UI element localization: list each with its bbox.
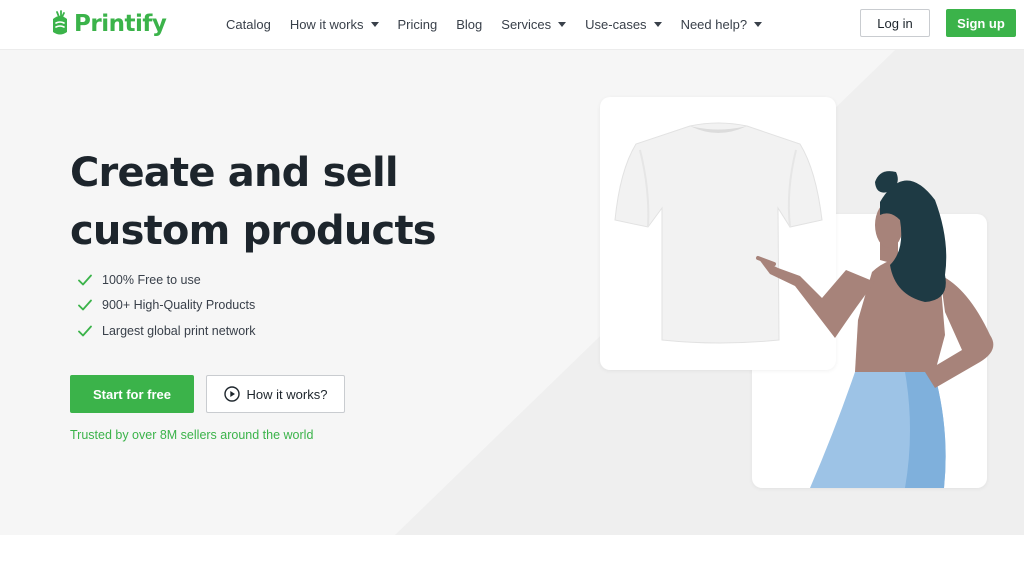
- tshirt-image: [614, 122, 823, 344]
- nav-label: How it works: [289, 16, 364, 32]
- login-button[interactable]: Log in: [860, 9, 930, 37]
- hero-illustration: [614, 122, 994, 488]
- chevron-down-icon: [558, 22, 567, 27]
- nav-label: Blog: [456, 16, 483, 32]
- hero-section: Create and sell custom products 100% Fre…: [0, 50, 1024, 535]
- nav-label: Use-cases: [585, 16, 647, 32]
- nav-label: Services: [501, 16, 552, 32]
- site-header: Printify Catalog How it works Pricing Bl…: [0, 0, 1024, 50]
- nav-item-use-cases[interactable]: Use-cases: [585, 16, 662, 32]
- nav-item-pricing[interactable]: Pricing: [398, 17, 438, 32]
- chevron-down-icon: [754, 22, 763, 27]
- nav-item-catalog[interactable]: Catalog: [226, 17, 271, 32]
- signup-button[interactable]: Sign up: [946, 9, 1016, 37]
- nav-label: Need help?: [680, 16, 748, 32]
- nav-item-services[interactable]: Services: [501, 16, 567, 32]
- printify-logo[interactable]: Printify: [50, 10, 167, 38]
- nav-item-blog[interactable]: Blog: [456, 17, 482, 32]
- chevron-down-icon: [370, 22, 379, 27]
- page-bottom-strip: [0, 535, 1024, 575]
- printify-logo-icon: [53, 10, 67, 35]
- nav-item-need-help[interactable]: Need help?: [681, 17, 763, 32]
- main-nav: Catalog How it works Pricing Blog Servic…: [226, 0, 781, 48]
- brand-name: Printify: [74, 11, 167, 37]
- nav-label: Pricing: [397, 16, 438, 32]
- nav-item-how-it-works[interactable]: How it works: [290, 17, 379, 32]
- chevron-down-icon: [653, 22, 662, 27]
- nav-label: Catalog: [226, 16, 271, 32]
